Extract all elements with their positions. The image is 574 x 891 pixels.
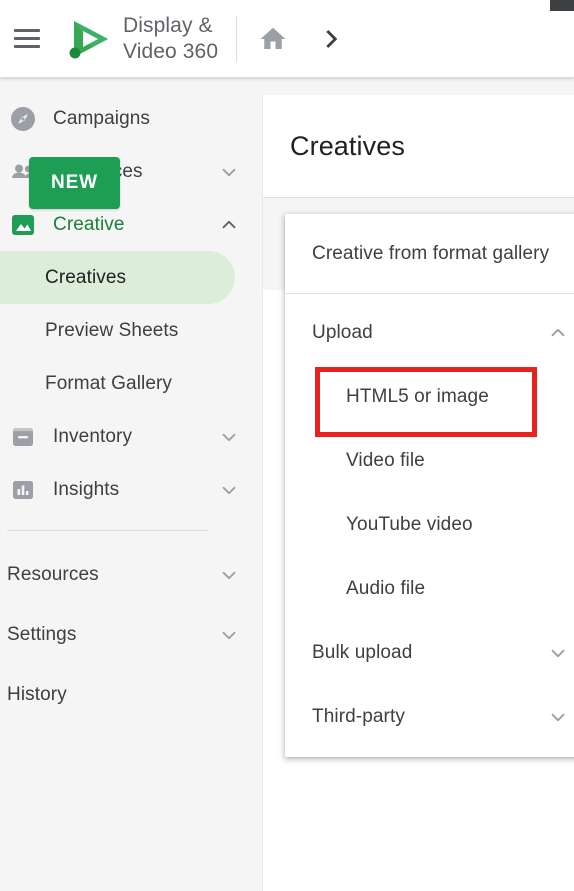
compass-icon xyxy=(7,103,39,135)
sidebar-subitem-label: Format Gallery xyxy=(45,372,173,394)
top-header-bar: Display & Video 360 xyxy=(0,0,574,78)
sidebar-item-label: History xyxy=(7,684,67,705)
sidebar-item-label: Creative xyxy=(53,213,125,235)
home-icon[interactable] xyxy=(251,17,295,61)
chevron-down-icon[interactable] xyxy=(218,624,240,646)
menu-item-creative-from-format-gallery[interactable]: Creative from format gallery xyxy=(285,222,574,286)
app-root: Display & Video 360 Campaigns Creative C… xyxy=(0,0,574,891)
sidebar-item-history[interactable]: History xyxy=(0,665,258,725)
chevron-down-icon[interactable] xyxy=(218,479,240,501)
chevron-up-icon[interactable] xyxy=(218,214,240,236)
chevron-down-icon[interactable] xyxy=(218,161,240,183)
sidebar-item-resources[interactable]: Resources xyxy=(0,545,258,605)
menu-item-label: Upload xyxy=(312,322,373,343)
window-corner-chip xyxy=(550,0,574,11)
chevron-down-icon[interactable] xyxy=(547,706,569,728)
chevron-down-icon[interactable] xyxy=(218,426,240,448)
menu-item-label: Video file xyxy=(346,450,425,471)
sidebar-item-label: Insights xyxy=(53,478,120,500)
insights-icon xyxy=(7,474,39,506)
menu-item-bulk-upload[interactable]: Bulk upload xyxy=(285,621,574,685)
menu-item-third-party[interactable]: Third-party xyxy=(285,685,574,749)
menu-item-label: Audio file xyxy=(346,578,426,599)
sidebar-subitem-format-gallery[interactable]: Format Gallery xyxy=(0,357,258,410)
menu-item-upload[interactable]: Upload xyxy=(285,301,574,365)
menu-item-label: HTML5 or image xyxy=(346,386,489,407)
brand-title: Display & Video 360 xyxy=(123,13,219,63)
menu-item-video-file[interactable]: Video file xyxy=(285,429,574,493)
menu-item-label: Creative from format gallery xyxy=(312,243,550,264)
hamburger-line xyxy=(14,37,40,40)
sidebar-item-insights[interactable]: Insights xyxy=(0,463,258,516)
menu-item-label: YouTube video xyxy=(346,514,473,535)
chevron-down-icon[interactable] xyxy=(547,642,569,664)
menu-item-youtube-video[interactable]: YouTube video xyxy=(285,493,574,557)
sidebar-item-label: Resources xyxy=(7,564,99,585)
menu-item-label: Third-party xyxy=(312,706,405,727)
hamburger-line xyxy=(14,29,40,32)
page-title-bar: Creatives xyxy=(262,95,574,198)
image-icon xyxy=(7,209,39,241)
sidebar-subitem-label: Preview Sheets xyxy=(45,319,179,341)
new-button[interactable]: NEW xyxy=(29,157,120,209)
header-divider xyxy=(236,15,238,62)
breadcrumb-forward-chevron-right-icon[interactable] xyxy=(311,17,351,61)
hamburger-line xyxy=(14,45,40,48)
sidebar-item-campaigns[interactable]: Campaigns xyxy=(0,92,258,145)
new-creative-dropdown-menu: Creative from format gallery Upload HTML… xyxy=(285,214,574,757)
menu-divider xyxy=(285,293,574,294)
sidebar-item-label: Campaigns xyxy=(53,107,151,129)
sidebar-item-label: Inventory xyxy=(53,425,133,447)
brand-logo-group[interactable]: Display & Video 360 xyxy=(62,13,218,65)
sidebar-divider xyxy=(7,530,208,531)
dv360-play-logo-icon xyxy=(62,13,114,65)
menu-item-html5-or-image[interactable]: HTML5 or image xyxy=(285,365,574,437)
hamburger-menu-icon[interactable] xyxy=(5,17,49,61)
menu-item-audio-file[interactable]: Audio file xyxy=(285,557,574,621)
inventory-icon xyxy=(7,421,39,453)
sidebar-subitem-creatives[interactable]: Creatives xyxy=(0,251,235,304)
sidebar-item-settings[interactable]: Settings xyxy=(0,605,258,665)
sidebar-item-inventory[interactable]: Inventory xyxy=(0,410,258,463)
chevron-down-icon[interactable] xyxy=(218,564,240,586)
chevron-up-icon[interactable] xyxy=(547,322,569,344)
page-title: Creatives xyxy=(290,130,405,161)
sidebar-subitem-label: Creatives xyxy=(45,266,127,288)
sidebar-subitem-preview-sheets[interactable]: Preview Sheets xyxy=(0,304,258,357)
menu-item-label: Bulk upload xyxy=(312,642,413,663)
sidebar-item-label: Settings xyxy=(7,624,77,645)
